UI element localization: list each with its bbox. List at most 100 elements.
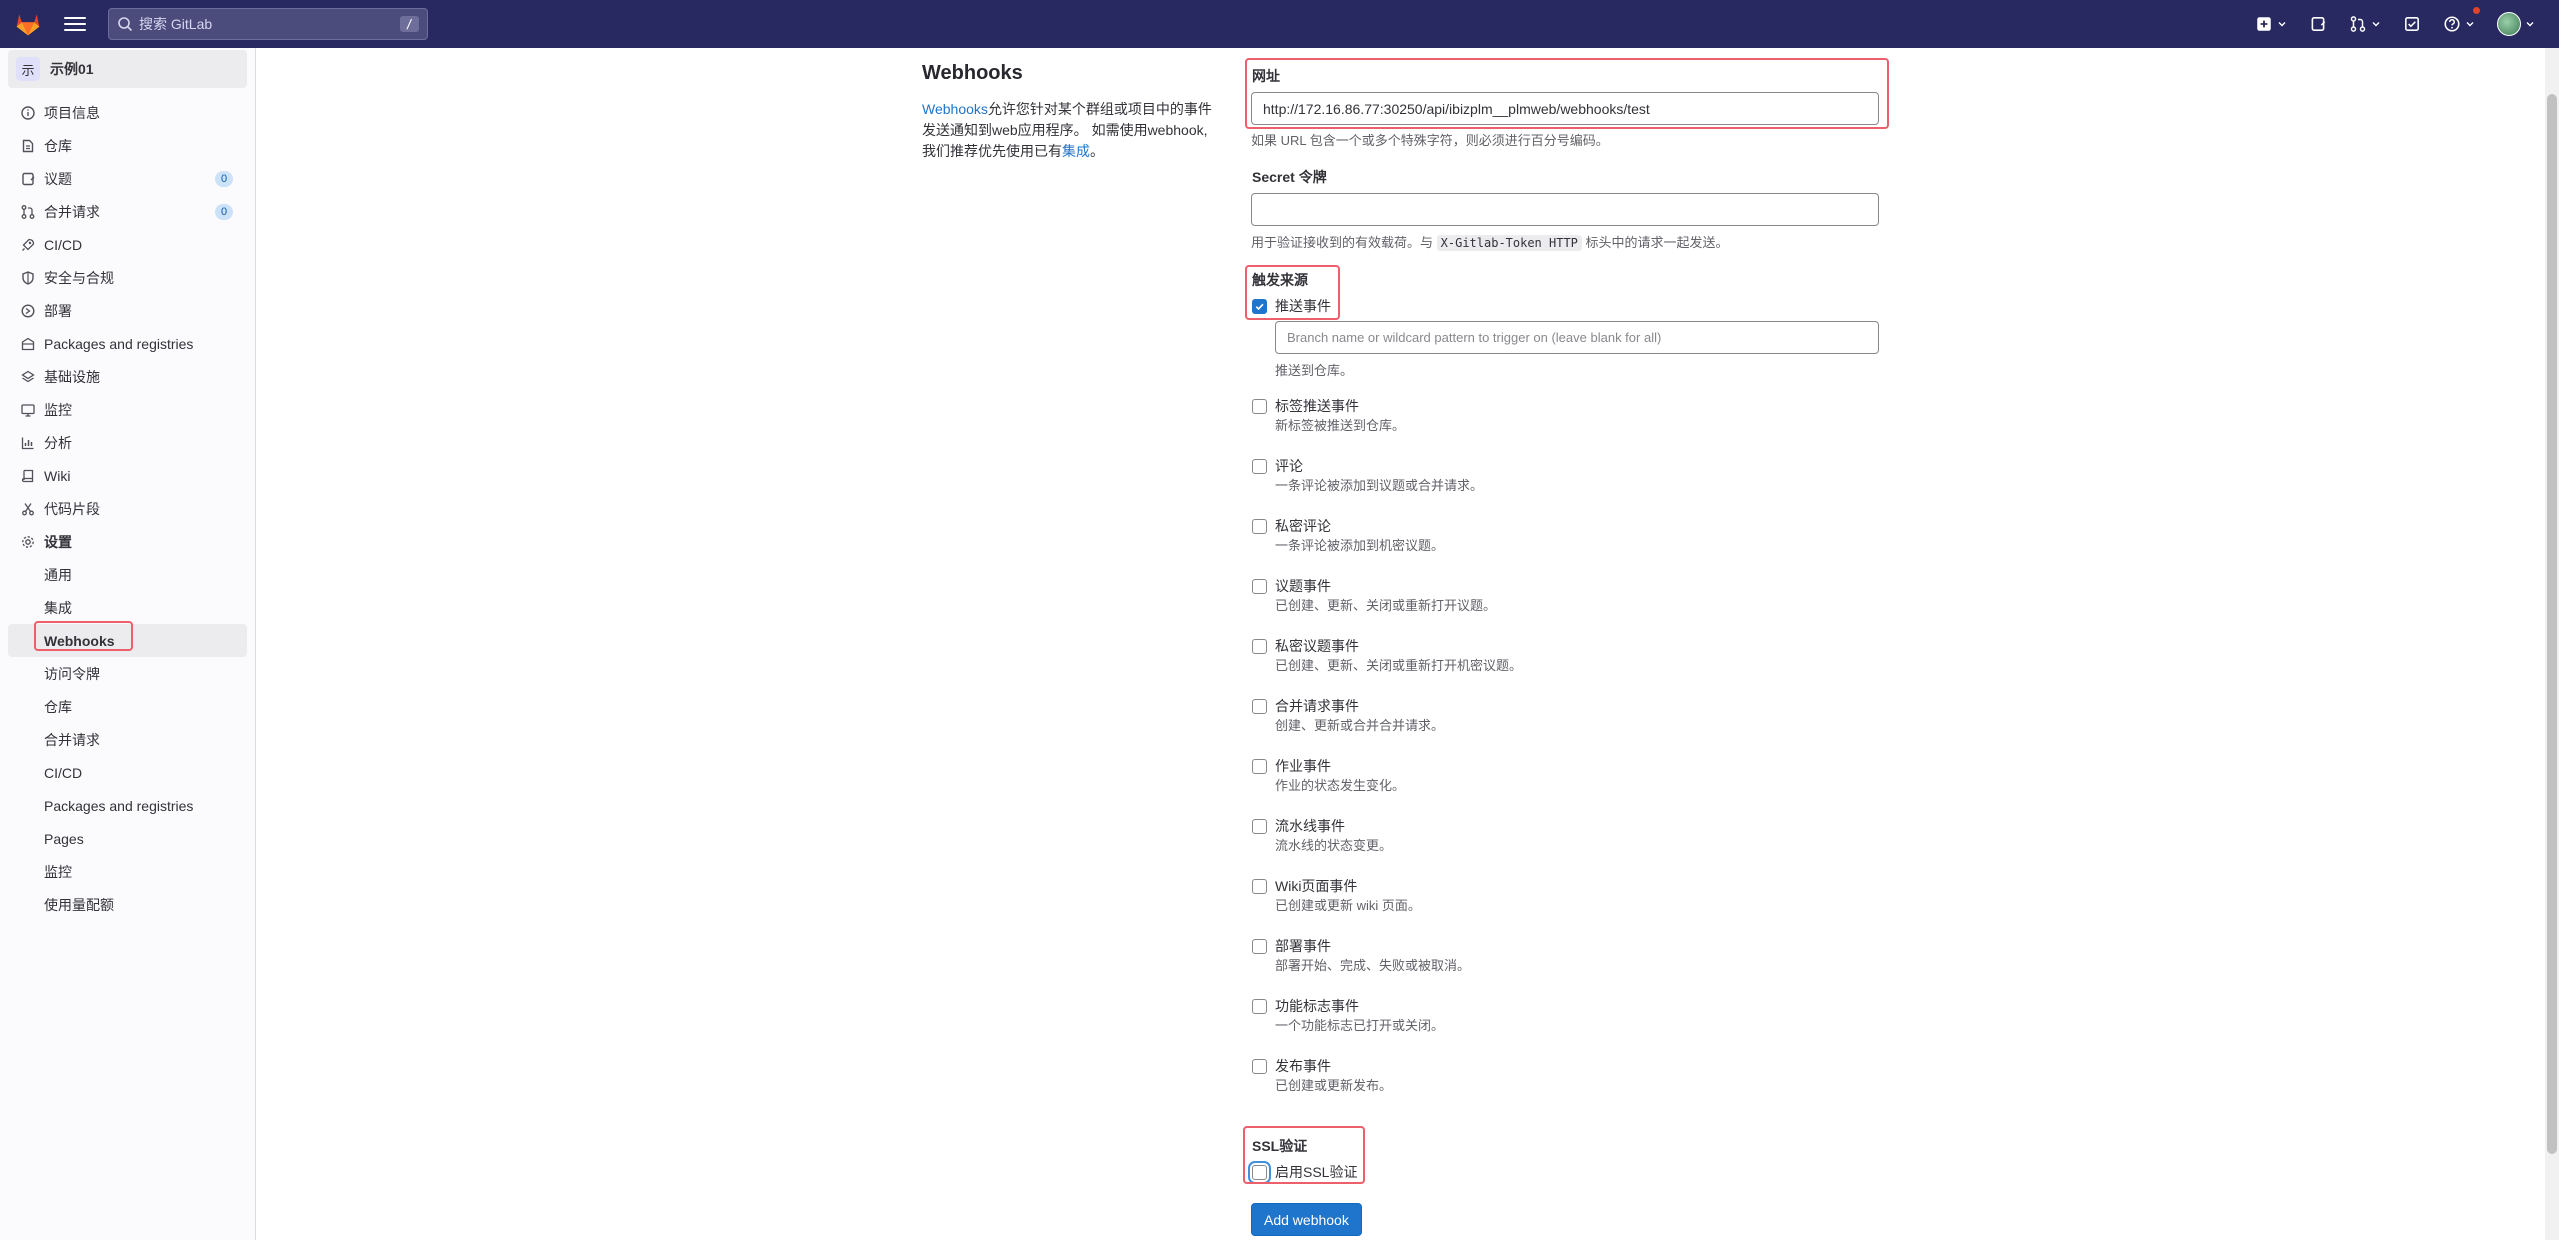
sidebar-item-label: 仓库 (44, 137, 72, 154)
event-checkbox-row[interactable]: Wiki页面事件 (1252, 876, 1357, 896)
project-header[interactable]: 示 示例01 (8, 50, 247, 88)
event-checkbox-row[interactable]: 合并请求事件 (1252, 696, 1359, 716)
event-checkbox-row[interactable]: 标签推送事件 (1252, 396, 1359, 416)
sidebar-item-label: 议题 (44, 170, 72, 187)
sidebar-item-project-info[interactable]: 项目信息 (0, 96, 255, 129)
event-checkbox-row[interactable]: 部署事件 (1252, 936, 1331, 956)
sidebar-item-wiki[interactable]: Wiki (0, 459, 255, 492)
sidebar-item-merge-requests[interactable]: 合并请求 0 (0, 195, 255, 228)
settings-sub-packages[interactable]: Packages and registries (0, 789, 255, 822)
page-scrollbar[interactable] (2545, 48, 2559, 1240)
settings-sub-general[interactable]: 通用 (0, 558, 255, 591)
sidebar-item-snippets[interactable]: 代码片段 (0, 492, 255, 525)
deployments-icon (21, 303, 35, 318)
webhooks-docs-link[interactable]: Webhooks (922, 101, 988, 117)
project-avatar: 示 (16, 57, 40, 81)
book-icon (21, 469, 34, 482)
event-label: Wiki页面事件 (1275, 878, 1358, 894)
event-checkbox[interactable] (1252, 578, 1267, 594)
user-menu-button[interactable] (2493, 8, 2539, 40)
settings-sub-integrations[interactable]: 集成 (0, 591, 255, 624)
event-label: 部署事件 (1275, 938, 1331, 954)
ssl-checkbox-row[interactable]: 启用SSL验证 (1252, 1162, 1357, 1182)
settings-sub-usage-quotas[interactable]: 使用量配额 (0, 888, 255, 921)
sidebar-item-deployments[interactable]: 部署 (0, 294, 255, 327)
event-checkbox-row[interactable]: 私密议题事件 (1252, 636, 1359, 656)
event-checkbox[interactable] (1252, 938, 1267, 954)
event-description: 流水线的状态变更。 (1275, 838, 1393, 853)
help-button[interactable] (2439, 6, 2481, 40)
todo-icon (2405, 17, 2419, 31)
settings-sub-access-tokens[interactable]: 访问令牌 (0, 657, 255, 690)
push-events-checkbox-row[interactable]: 推送事件 (1252, 296, 1331, 316)
sidebar-item-settings[interactable]: 设置 (0, 525, 255, 558)
todos-button[interactable] (2399, 8, 2425, 40)
question-icon (2444, 16, 2460, 32)
menu-icon[interactable] (64, 13, 86, 35)
settings-sub-cicd[interactable]: CI/CD (0, 756, 255, 789)
gitlab-logo-icon[interactable] (14, 10, 42, 38)
sidebar-item-repository[interactable]: 仓库 (0, 129, 255, 162)
secret-help-code: X-Gitlab-Token HTTP (1436, 235, 1582, 251)
sidebar-item-issues[interactable]: 议题 0 (0, 162, 255, 195)
secret-help: 用于验证接收到的有效载荷。与 X-Gitlab-Token HTTP 标头中的请… (1251, 232, 1729, 251)
event-checkbox-row[interactable]: 流水线事件 (1252, 816, 1345, 836)
event-checkbox[interactable] (1252, 998, 1267, 1014)
event-checkbox[interactable] (1252, 758, 1267, 774)
event-checkbox-row[interactable]: 评论 (1252, 456, 1303, 476)
scrollbar-thumb[interactable] (2547, 94, 2557, 1154)
event-description: 部署开始、完成、失败或被取消。 (1275, 958, 1471, 973)
event-checkbox-row[interactable]: 作业事件 (1252, 756, 1331, 776)
settings-sub-pages[interactable]: Pages (0, 822, 255, 855)
merge-requests-button[interactable] (2345, 8, 2385, 40)
sidebar-item-packages[interactable]: Packages and registries (0, 327, 255, 360)
sidebar-item-label: Wiki (44, 467, 71, 484)
event-checkbox[interactable] (1252, 878, 1267, 894)
project-name: 示例01 (50, 61, 94, 77)
settings-sub-monitor[interactable]: 监控 (0, 855, 255, 888)
chevron-down-icon (2372, 22, 2380, 27)
integrations-link[interactable]: 集成 (1062, 143, 1090, 159)
event-checkbox-row[interactable]: 议题事件 (1252, 576, 1331, 596)
branch-filter-input[interactable]: Branch name or wildcard pattern to trigg… (1275, 321, 1879, 354)
sidebar-item-label: 分析 (44, 434, 72, 451)
event-checkbox-row[interactable]: 功能标志事件 (1252, 996, 1359, 1016)
secret-token-field[interactable] (1251, 193, 1879, 226)
sidebar-item-label: 设置 (44, 533, 72, 550)
settings-sub-repository[interactable]: 仓库 (0, 690, 255, 723)
issues-count-badge: 0 (215, 170, 233, 187)
event-description: 一条评论被添加到机密议题。 (1275, 538, 1445, 553)
event-checkbox[interactable] (1252, 1058, 1267, 1074)
sidebar-item-analytics[interactable]: 分析 (0, 426, 255, 459)
search-icon (118, 17, 133, 32)
settings-sub-webhooks[interactable]: Webhooks (8, 624, 247, 657)
sidebar-item-label: 基础设施 (44, 368, 100, 385)
rocket-icon (22, 238, 35, 251)
ssl-verification-checkbox[interactable] (1252, 1164, 1267, 1180)
snippet-icon (22, 502, 34, 515)
event-checkbox[interactable] (1252, 518, 1267, 534)
url-field[interactable]: http://172.16.86.77:30250/api/ibizplm__p… (1251, 92, 1879, 125)
url-help: 如果 URL 包含一个或多个特殊字符，则必须进行百分号编码。 (1251, 133, 1609, 148)
event-checkbox-row[interactable]: 发布事件 (1252, 1056, 1331, 1076)
search-input[interactable]: 搜索 GitLab / (108, 8, 428, 40)
event-checkbox[interactable] (1252, 398, 1267, 414)
add-webhook-button[interactable]: Add webhook (1251, 1203, 1362, 1236)
sidebar-item-infrastructure[interactable]: 基础设施 (0, 360, 255, 393)
event-checkbox[interactable] (1252, 638, 1267, 654)
event-checkbox-row[interactable]: 私密评论 (1252, 516, 1331, 536)
sidebar-item-security[interactable]: 安全与合规 (0, 261, 255, 294)
issues-button[interactable] (2305, 8, 2331, 40)
sidebar-item-label: 安全与合规 (44, 269, 114, 286)
event-label: 议题事件 (1275, 578, 1331, 594)
sidebar-item-cicd[interactable]: CI/CD (0, 228, 255, 261)
event-checkbox[interactable] (1252, 458, 1267, 474)
settings-sub-merge-requests[interactable]: 合并请求 (0, 723, 255, 756)
event-checkbox[interactable] (1252, 698, 1267, 714)
info-icon (21, 105, 35, 120)
sidebar-item-monitor[interactable]: 监控 (0, 393, 255, 426)
gear-icon (22, 535, 34, 548)
push-events-checkbox[interactable] (1252, 298, 1267, 314)
event-checkbox[interactable] (1252, 818, 1267, 834)
create-new-button[interactable] (2251, 8, 2291, 40)
